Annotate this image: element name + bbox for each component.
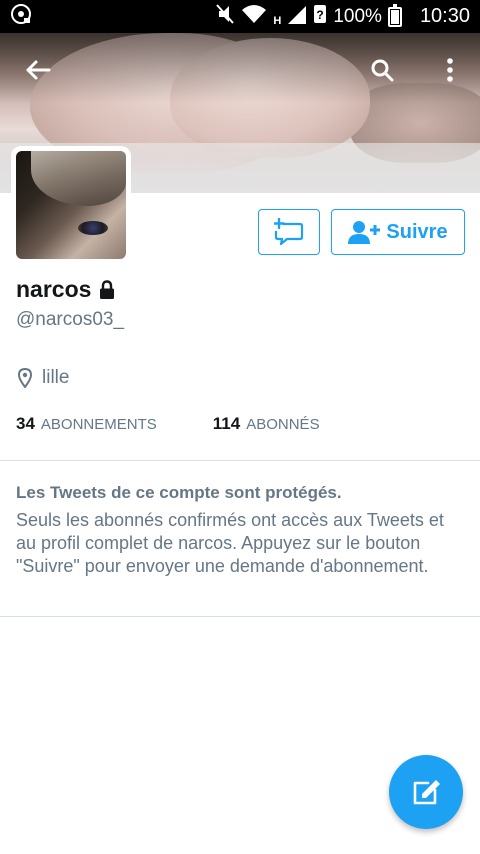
follow-button[interactable]: Suivre [331, 209, 465, 255]
profile-name-row: narcos [16, 276, 115, 303]
avatar[interactable] [11, 146, 131, 264]
wifi-icon [241, 3, 267, 31]
compose-tweet-icon [413, 780, 440, 805]
search-icon [371, 59, 394, 82]
profile-name: narcos [16, 276, 92, 302]
arrow-left-icon [26, 60, 51, 80]
protected-notice-body: Seuls les abonnés confirmés ont accès au… [16, 510, 444, 576]
more-vertical-icon [447, 58, 453, 82]
following-stat[interactable]: 34 ABONNEMENTS [16, 414, 157, 434]
profile-handle: @narcos03_ [16, 309, 125, 330]
protected-notice: Les Tweets de ce compte sont protégés. S… [16, 483, 466, 578]
follow-button-label: Suivre [386, 220, 448, 243]
clock: 10:30 [419, 5, 470, 27]
location-pin-icon [18, 368, 32, 388]
add-user-icon [348, 221, 381, 244]
location-text: lille [42, 367, 70, 388]
status-bar: H ? 100% 10:30 [0, 0, 480, 33]
protected-notice-title: Les Tweets de ce compte sont protégés. [16, 483, 342, 502]
signal-icon [287, 3, 307, 31]
no-sim-icon: ? [313, 3, 327, 31]
notification-icon [10, 3, 32, 30]
following-count: 34 [16, 414, 35, 433]
svg-text:?: ? [317, 8, 324, 22]
profile-stats: 34 ABONNEMENTS 114 ABONNÉS [16, 414, 320, 434]
search-button[interactable] [364, 52, 400, 88]
add-message-icon [274, 218, 304, 246]
more-options-button[interactable] [432, 52, 468, 88]
back-button[interactable] [20, 52, 56, 88]
battery-percent: 100% [333, 5, 382, 27]
mute-icon [215, 3, 235, 31]
profile-screen: H ? 100% 10:30 Suivre narcos @narcos03_ … [0, 0, 480, 854]
compose-tweet-button[interactable] [389, 755, 463, 829]
following-label: ABONNEMENTS [40, 416, 157, 433]
battery-icon [387, 3, 402, 27]
divider [0, 616, 480, 617]
lock-icon [100, 279, 115, 299]
divider [0, 460, 480, 461]
message-button[interactable] [258, 209, 320, 255]
profile-location: lille [18, 367, 69, 389]
network-type: H [273, 14, 282, 27]
followers-count: 114 [212, 414, 241, 433]
followers-label: ABONNÉS [246, 416, 320, 433]
followers-stat[interactable]: 114 ABONNÉS [213, 414, 320, 434]
